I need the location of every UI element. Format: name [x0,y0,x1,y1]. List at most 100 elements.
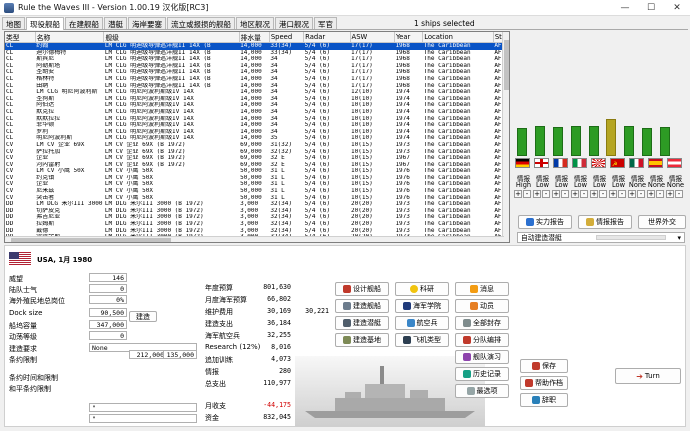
intel-increase-button[interactable]: + [552,190,560,198]
naval-aviation-button[interactable]: 航空兵 [395,316,449,330]
table-row[interactable]: CV LM CV 企业 69X LM CV 企业 69X (B 1972) 69,00… [5,142,509,149]
dock-build-button[interactable]: 建造 [129,311,157,322]
strength-report-button[interactable]: 实力报告 [518,215,572,229]
intel-increase-button[interactable]: + [533,190,541,198]
tab-map[interactable]: 地图 [2,17,25,29]
intel-decrease-button[interactable]: - [580,190,588,198]
tab-active-ships[interactable]: 现役舰船 [26,17,64,30]
world-diplomacy-button[interactable]: 世界外交 [638,215,686,229]
intel-report-button[interactable]: 情报报告 [578,215,632,229]
naval-academy-button[interactable]: 海军学院 [395,299,449,313]
table-row[interactable]: CL 菲华顿 LM CLG 明尼阿波利斯级IV 14X 14,000 34 5/4 (6)… [5,122,509,129]
history-button[interactable]: 历史记录 [455,367,509,381]
table-row[interactable]: DD 拉姆斯 LM DLG 米尔III 3000 (B 1972) 3,000 32(3… [5,221,509,228]
column-header[interactable]: 类型 [5,32,36,43]
horizontal-scroll-thumb[interactable] [11,238,171,242]
column-header[interactable]: 舰级 [103,32,240,43]
table-row[interactable]: CL 圣狗斯 LM CLG 明尼阿波利斯级IV 14X 14,000 34 5/4 (6)… [5,96,509,103]
spain-flag-icon[interactable] [648,158,663,168]
column-header[interactable]: 排水量 [239,32,270,43]
intel-decrease-button[interactable]: - [637,190,645,198]
auto-build-slider[interactable] [596,235,666,240]
auto-build-sub-dropdown[interactable]: 自动建造潜艇 ▾ [517,232,685,243]
table-row[interactable]: CL LM CLG 明尼阿波利斯 LM CLG 明尼阿波利斯级IV 14X 14,00… [5,89,509,96]
column-header[interactable]: Location [422,32,494,43]
vertical-scroll-thumb[interactable] [504,40,509,90]
build-ship-button[interactable]: 建造舰船 [335,299,389,313]
russia-flag-icon[interactable]: ☭ [610,158,625,168]
intel-decrease-button[interactable]: - [618,190,626,198]
tab-officers[interactable]: 军官 [314,17,337,29]
mobilize-button[interactable]: 动员 [455,299,509,313]
tab-regional-ships[interactable]: 地区舰况 [236,17,274,29]
tab-lost-ships[interactable]: 流立或报损的舰船 [167,17,235,29]
maximize-button[interactable]: ☐ [638,0,664,16]
tab-port-ships[interactable]: 港口舰况 [275,17,313,29]
aircraft-types-button[interactable]: 飞机类型 [395,333,449,347]
table-row[interactable]: CL 阿勒斯塔 LM CLG 明迪级导弹巡洋舰II 14X (B 14,000 34 5/… [5,63,509,70]
table-row[interactable]: CV 突击者 LM CV 小鹰 50X 50,000 31 L 5/4 (6) 10(15)… [5,195,509,202]
mexico-flag-icon[interactable] [629,158,644,168]
column-header[interactable]: ASW [350,32,395,43]
close-button[interactable]: ✕ [664,0,690,16]
column-header[interactable]: Radar [303,32,351,43]
italy-flag-icon[interactable] [572,158,587,168]
table-row[interactable]: CL 田纳 LM CLG 明迪级导弹巡洋舰II 14X (B 14,000 34 5/4 … [5,83,509,90]
table-row[interactable]: CL 默克拉 LM CLG 明尼阿波利斯级IV 14X 14,000 34 5/4 (6)… [5,109,509,116]
fleet-exercise-button[interactable]: 舰队演习 [455,350,509,364]
uk-flag-icon[interactable] [534,158,549,168]
intel-decrease-button[interactable]: - [599,190,607,198]
minimize-button[interactable]: — [612,0,638,16]
table-horizontal-scrollbar[interactable] [5,236,504,242]
column-header[interactable]: 名称 [35,32,105,43]
intel-increase-button[interactable]: + [666,190,674,198]
column-header[interactable]: Year [394,32,424,43]
help-button[interactable]: 帮助作档 [520,376,568,390]
research-button[interactable]: 科研 [395,282,449,296]
table-row[interactable]: CV 企业 LM CV 小鹰 50X 50,000 31 L 5/4 (6) 10(15) 1… [5,181,509,188]
table-row[interactable]: CL 罗利 LM CLG 明尼阿波利斯级IV 14X 14,000 34 5/4 (6) 1… [5,129,509,136]
tab-submarines[interactable]: 潜艇 [104,17,127,29]
intel-decrease-button[interactable]: - [542,190,550,198]
resign-button[interactable]: 辞职 [520,393,568,407]
intel-increase-button[interactable]: + [514,190,522,198]
options-button[interactable]: 最选项 [455,384,509,398]
tab-ships-building[interactable]: 在建舰船 [65,17,103,29]
table-row[interactable]: DD 切萨皮克 LM DLG 米尔III 3000 (B 1972) 3,000 32(… [5,208,509,215]
germany-flag-icon[interactable] [515,158,530,168]
table-row[interactable]: CL 格林特 LM CLG 明迪级导弹巡洋舰II 14X (B 14,000 34 5/4… [5,76,509,83]
intel-decrease-button[interactable]: - [656,190,664,198]
table-row[interactable]: CL 阿伯达 LM CLG 明尼阿波利斯级IV 14X 14,000 34 5/4 (6)… [5,102,509,109]
table-row[interactable]: CV 河内雷射 LM CV 企业 69X (B 1972) 69,000 32 E 5/4… [5,162,509,169]
table-row[interactable]: CL 圣胡安 LM CLG 明迪级导弹巡洋舰II 14X (B 14,000 34 5/4… [5,69,509,76]
intel-decrease-button[interactable]: - [675,190,683,198]
table-row[interactable]: CV LM CV 小鹰 50X LM CV 小鹰 50X 50,000 31 L 5/4 … [5,168,509,175]
save-button[interactable]: 保存 [520,359,568,373]
messages-button[interactable]: 消息 [455,282,509,296]
table-row[interactable]: CL 迪尔德梅特 LM CLG 明迪级导弹巡洋舰II 14X (B 14,000 33(… [5,50,509,57]
intel-increase-button[interactable]: + [571,190,579,198]
japan-flag-icon[interactable] [591,158,606,168]
intel-decrease-button[interactable]: - [561,190,569,198]
column-header[interactable]: Speed [269,32,305,43]
table-row[interactable]: CL 明尼阿波利斯 LM CLG 明尼阿波利斯级IV 14X 14,000 35 5/4 … [5,135,509,142]
intel-decrease-button[interactable]: - [523,190,531,198]
design-ship-button[interactable]: 设计舰船 [335,282,389,296]
austria-flag-icon[interactable] [667,158,682,168]
france-flag-icon[interactable] [553,158,568,168]
table-vertical-scrollbar[interactable] [502,32,509,242]
table-row[interactable]: CV 萨拉托加 LM CV 企业 69X (B 1972) 69,000 32(32) 5… [5,149,509,156]
table-row[interactable]: DD 戴德 LM DLG 米尔III 3000 (B 1972) 3,000 32(34… [5,228,509,235]
table-row[interactable]: CL 斯宾尼 LM CLG 明迪级导弹巡洋舰II 14X (B 14,000 34 5/4… [5,56,509,63]
mothball-all-button[interactable]: 全部封存 [455,316,509,330]
build-base-button[interactable]: 建造基地 [335,333,389,347]
squadron-organize-button[interactable]: 分队编排 [455,333,509,347]
build-sub-button[interactable]: 建造潜艇 [335,316,389,330]
table-row[interactable]: CV 约克镇 LM CV 小鹰 50X 50,000 31 L 5/4 (6) 10(15)… [5,175,509,182]
table-row[interactable]: CV 尼米兹 LM CV 小鹰 50X 50,000 31 L 5/4 (6) 10(15)… [5,188,509,195]
table-row[interactable]: CL 约翰 LM CLG 明迪级导弹巡洋舰II 14X (B 14,000 33(34)… [5,42,509,50]
intel-increase-button[interactable]: + [647,190,655,198]
intel-increase-button[interactable]: + [590,190,598,198]
table-row[interactable]: DD 弗吉尼亚 LM DLG 米尔III 3000 (B 1972) 3,000 32(… [5,214,509,221]
table-row[interactable]: CL 默默拉拉 LM CLG 明尼阿波利斯级IV 14X 14,000 34 5/4 (6… [5,116,509,123]
